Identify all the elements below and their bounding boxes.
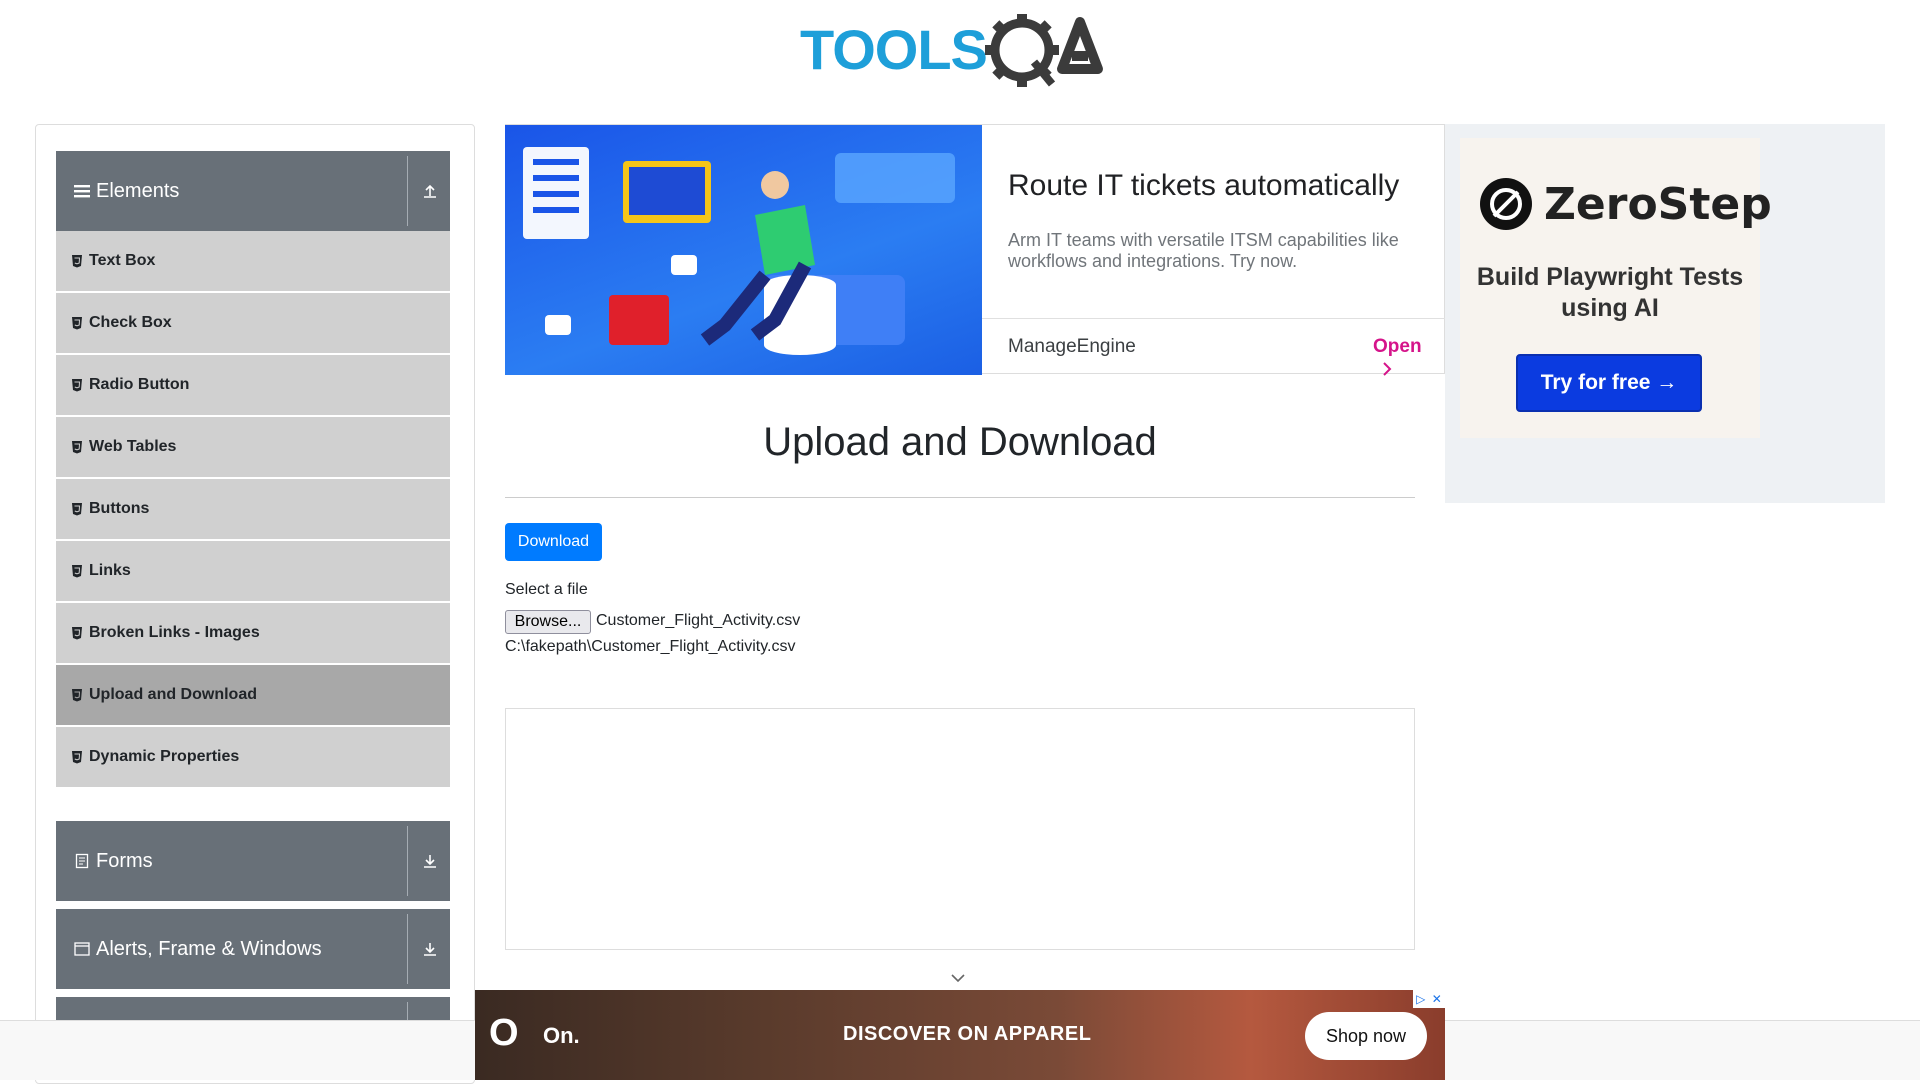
- try-for-free-button[interactable]: Try for free →: [1516, 354, 1702, 412]
- hamburger-icon: [74, 185, 90, 198]
- chevron-down-icon[interactable]: [950, 972, 966, 984]
- select-file-label: Select a file: [505, 581, 588, 598]
- divider: [407, 156, 408, 226]
- group-elements[interactable]: Elements: [56, 151, 450, 231]
- sidebar-item-label: Dynamic Properties: [89, 748, 240, 765]
- sidebar-item-radio-button[interactable]: Radio Button: [56, 355, 450, 417]
- expand-down-icon[interactable]: [418, 937, 442, 961]
- ad-zerostep[interactable]: ZeroStep Build Playwright Tests using AI…: [1445, 124, 1885, 503]
- zerostep-icon: [1480, 178, 1532, 230]
- sidebar-item-web-tables[interactable]: Web Tables: [56, 417, 450, 479]
- sidebar-item-label: Radio Button: [89, 376, 190, 393]
- shop-now-button[interactable]: Shop now: [1305, 1012, 1427, 1060]
- html5-icon: [72, 503, 82, 516]
- window-icon: [74, 942, 90, 956]
- toolsqa-logo[interactable]: TOOLS: [800, 13, 1125, 90]
- group-alerts-title: Alerts, Frame & Windows: [96, 937, 322, 960]
- collapse-up-icon[interactable]: [418, 179, 442, 203]
- page-title: Upload and Download: [763, 420, 1157, 464]
- ad-choices-icon[interactable]: ▷ ✕: [1413, 990, 1445, 1008]
- divider: [407, 914, 408, 984]
- zerostep-logo: ZeroStep: [1480, 178, 1772, 230]
- sidebar-item-links[interactable]: Links: [56, 541, 450, 603]
- close-icon[interactable]: ✕: [1432, 992, 1442, 1006]
- ad-banner-manageengine[interactable]: Route IT tickets automatically Arm IT te…: [505, 124, 1445, 376]
- ad-brand: On.: [543, 1023, 580, 1048]
- group-forms[interactable]: Forms: [56, 821, 450, 901]
- sidebar: Elements Text Box Check Box Radio Button…: [35, 124, 475, 1084]
- divider: [982, 318, 1445, 319]
- selected-file-name: Customer_Flight_Activity.csv: [596, 612, 801, 629]
- svg-text:TOOLS: TOOLS: [800, 18, 987, 81]
- form-icon: [75, 853, 89, 869]
- ad-headline: Route IT tickets automatically: [1008, 169, 1400, 202]
- ad-open-button[interactable]: Open: [1373, 336, 1444, 380]
- ad-headline: DISCOVER ON APPAREL: [843, 1023, 1092, 1045]
- sidebar-item-check-box[interactable]: Check Box: [56, 293, 450, 355]
- ad-on-apparel[interactable]: О On. DISCOVER ON APPAREL Shop now ▷ ✕: [475, 990, 1445, 1080]
- divider: [505, 497, 1415, 498]
- chevron-right-icon: [1383, 362, 1392, 376]
- sidebar-item-label: Check Box: [89, 314, 172, 331]
- download-button[interactable]: Download: [505, 523, 602, 561]
- html5-icon: [72, 689, 82, 702]
- html5-icon: [72, 751, 82, 764]
- sidebar-item-label: Web Tables: [89, 438, 177, 455]
- ad-brand: ZeroStep: [1544, 178, 1772, 230]
- ad-brand: ManageEngine: [1008, 336, 1136, 357]
- sidebar-item-text-box[interactable]: Text Box: [56, 231, 450, 293]
- ad-info-icon[interactable]: ▷: [1416, 992, 1425, 1006]
- sidebar-item-label: Links: [89, 562, 131, 579]
- html5-icon: [72, 317, 82, 330]
- ad-tagline: Build Playwright Tests using AI: [1476, 263, 1744, 322]
- expand-down-icon[interactable]: [418, 849, 442, 873]
- ad-card: ZeroStep Build Playwright Tests using AI…: [1460, 138, 1772, 438]
- ad-placeholder: [505, 708, 1415, 950]
- sidebar-item-label: Upload and Download: [89, 686, 257, 703]
- sidebar-item-buttons[interactable]: Buttons: [56, 479, 450, 541]
- html5-icon: [72, 565, 82, 578]
- group-forms-title: Forms: [96, 849, 153, 872]
- divider: [407, 826, 408, 896]
- sidebar-item-label: Broken Links - Images: [89, 624, 260, 641]
- group-alerts-frame-windows[interactable]: Alerts, Frame & Windows: [56, 909, 450, 989]
- sidebar-item-dynamic-properties[interactable]: Dynamic Properties: [56, 727, 450, 789]
- ad-illustration: [505, 125, 982, 375]
- html5-icon: [72, 627, 82, 640]
- sidebar-item-broken-links[interactable]: Broken Links - Images: [56, 603, 450, 665]
- sidebar-item-label: Buttons: [89, 500, 150, 517]
- group-elements-title: Elements: [96, 179, 180, 202]
- uploaded-file-path: C:\fakepath\Customer_Flight_Activity.csv: [505, 638, 796, 655]
- html5-icon: [72, 379, 82, 392]
- html5-icon: [72, 255, 82, 268]
- ad-description: Arm IT teams with versatile ITSM capabil…: [1008, 230, 1399, 271]
- html5-icon: [72, 441, 82, 454]
- on-logo-icon: О: [489, 1012, 519, 1054]
- sidebar-item-upload-download[interactable]: Upload and Download: [56, 665, 450, 727]
- browse-button[interactable]: Browse...: [505, 610, 591, 634]
- ad-open-label: Open: [1373, 336, 1422, 357]
- sidebar-item-label: Text Box: [89, 252, 156, 269]
